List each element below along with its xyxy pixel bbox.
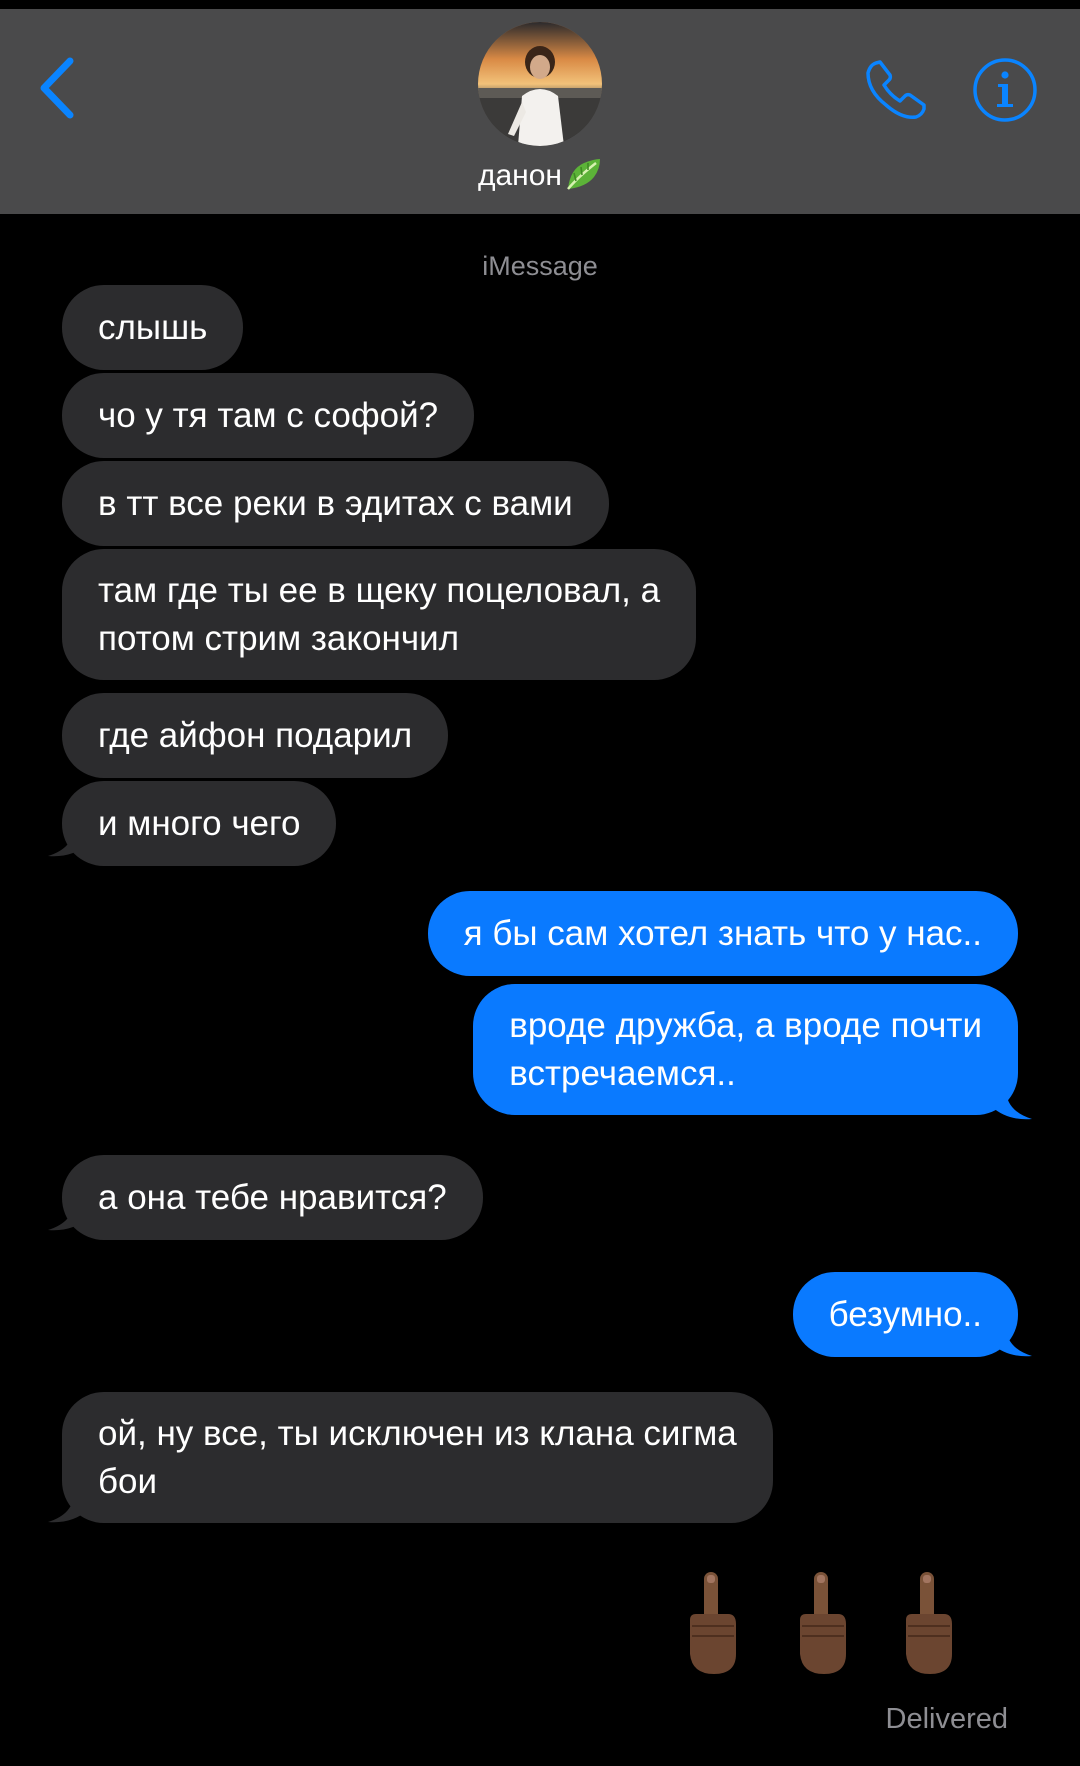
delivered-status: Delivered bbox=[885, 1703, 1009, 1735]
outgoing-message[interactable]: безумно.. bbox=[792, 1272, 1018, 1357]
incoming-bubble-tail bbox=[48, 826, 88, 857]
phone-icon bbox=[866, 60, 926, 119]
incoming-message[interactable]: чо у тя там с софой? bbox=[62, 373, 475, 458]
incoming-message[interactable]: там где ты ее в щеку поцеловал, а потом … bbox=[62, 549, 697, 680]
status-bar-strip bbox=[0, 0, 1080, 9]
incoming-message[interactable]: слышь bbox=[62, 285, 244, 370]
incoming-message[interactable]: ой, ну все, ты исключен из клана сигма б… bbox=[62, 1392, 773, 1523]
info-icon bbox=[973, 58, 1037, 122]
outgoing-message[interactable]: я бы сам хотел знать что у нас.. bbox=[427, 891, 1018, 976]
outgoing-emoji-message[interactable]: 🖕🏾🖕🏾🖕🏾 bbox=[680, 1570, 970, 1685]
info-button[interactable] bbox=[972, 57, 1038, 123]
incoming-message[interactable]: в тт все реки в эдитах с вами bbox=[62, 461, 609, 546]
incoming-message[interactable]: где айфон подарил bbox=[62, 693, 449, 778]
incoming-message[interactable]: и много чего bbox=[62, 781, 337, 866]
incoming-message[interactable]: а она тебе нравится? bbox=[62, 1155, 483, 1240]
service-label: iMessage bbox=[482, 251, 598, 281]
outgoing-message[interactable]: вроде дружба, а вроде почти встречаемся.… bbox=[473, 984, 1018, 1115]
outgoing-bubble-tail bbox=[992, 1326, 1032, 1357]
outgoing-bubble-tail bbox=[992, 1089, 1032, 1120]
back-button[interactable] bbox=[36, 53, 86, 123]
conversation-header: данон bbox=[0, 9, 1080, 214]
leafy-green-icon bbox=[564, 157, 602, 200]
contact-avatar[interactable] bbox=[478, 22, 602, 146]
chevron-left-icon bbox=[40, 57, 74, 119]
contact-name[interactable]: данон bbox=[0, 157, 1080, 200]
call-button[interactable] bbox=[862, 57, 928, 123]
contact-name-text: данон bbox=[477, 159, 562, 192]
middle-finger-emoji-icon bbox=[690, 1572, 952, 1674]
incoming-bubble-tail bbox=[48, 1200, 88, 1231]
incoming-bubble-tail bbox=[48, 1492, 88, 1523]
person-photo-icon bbox=[478, 22, 602, 146]
